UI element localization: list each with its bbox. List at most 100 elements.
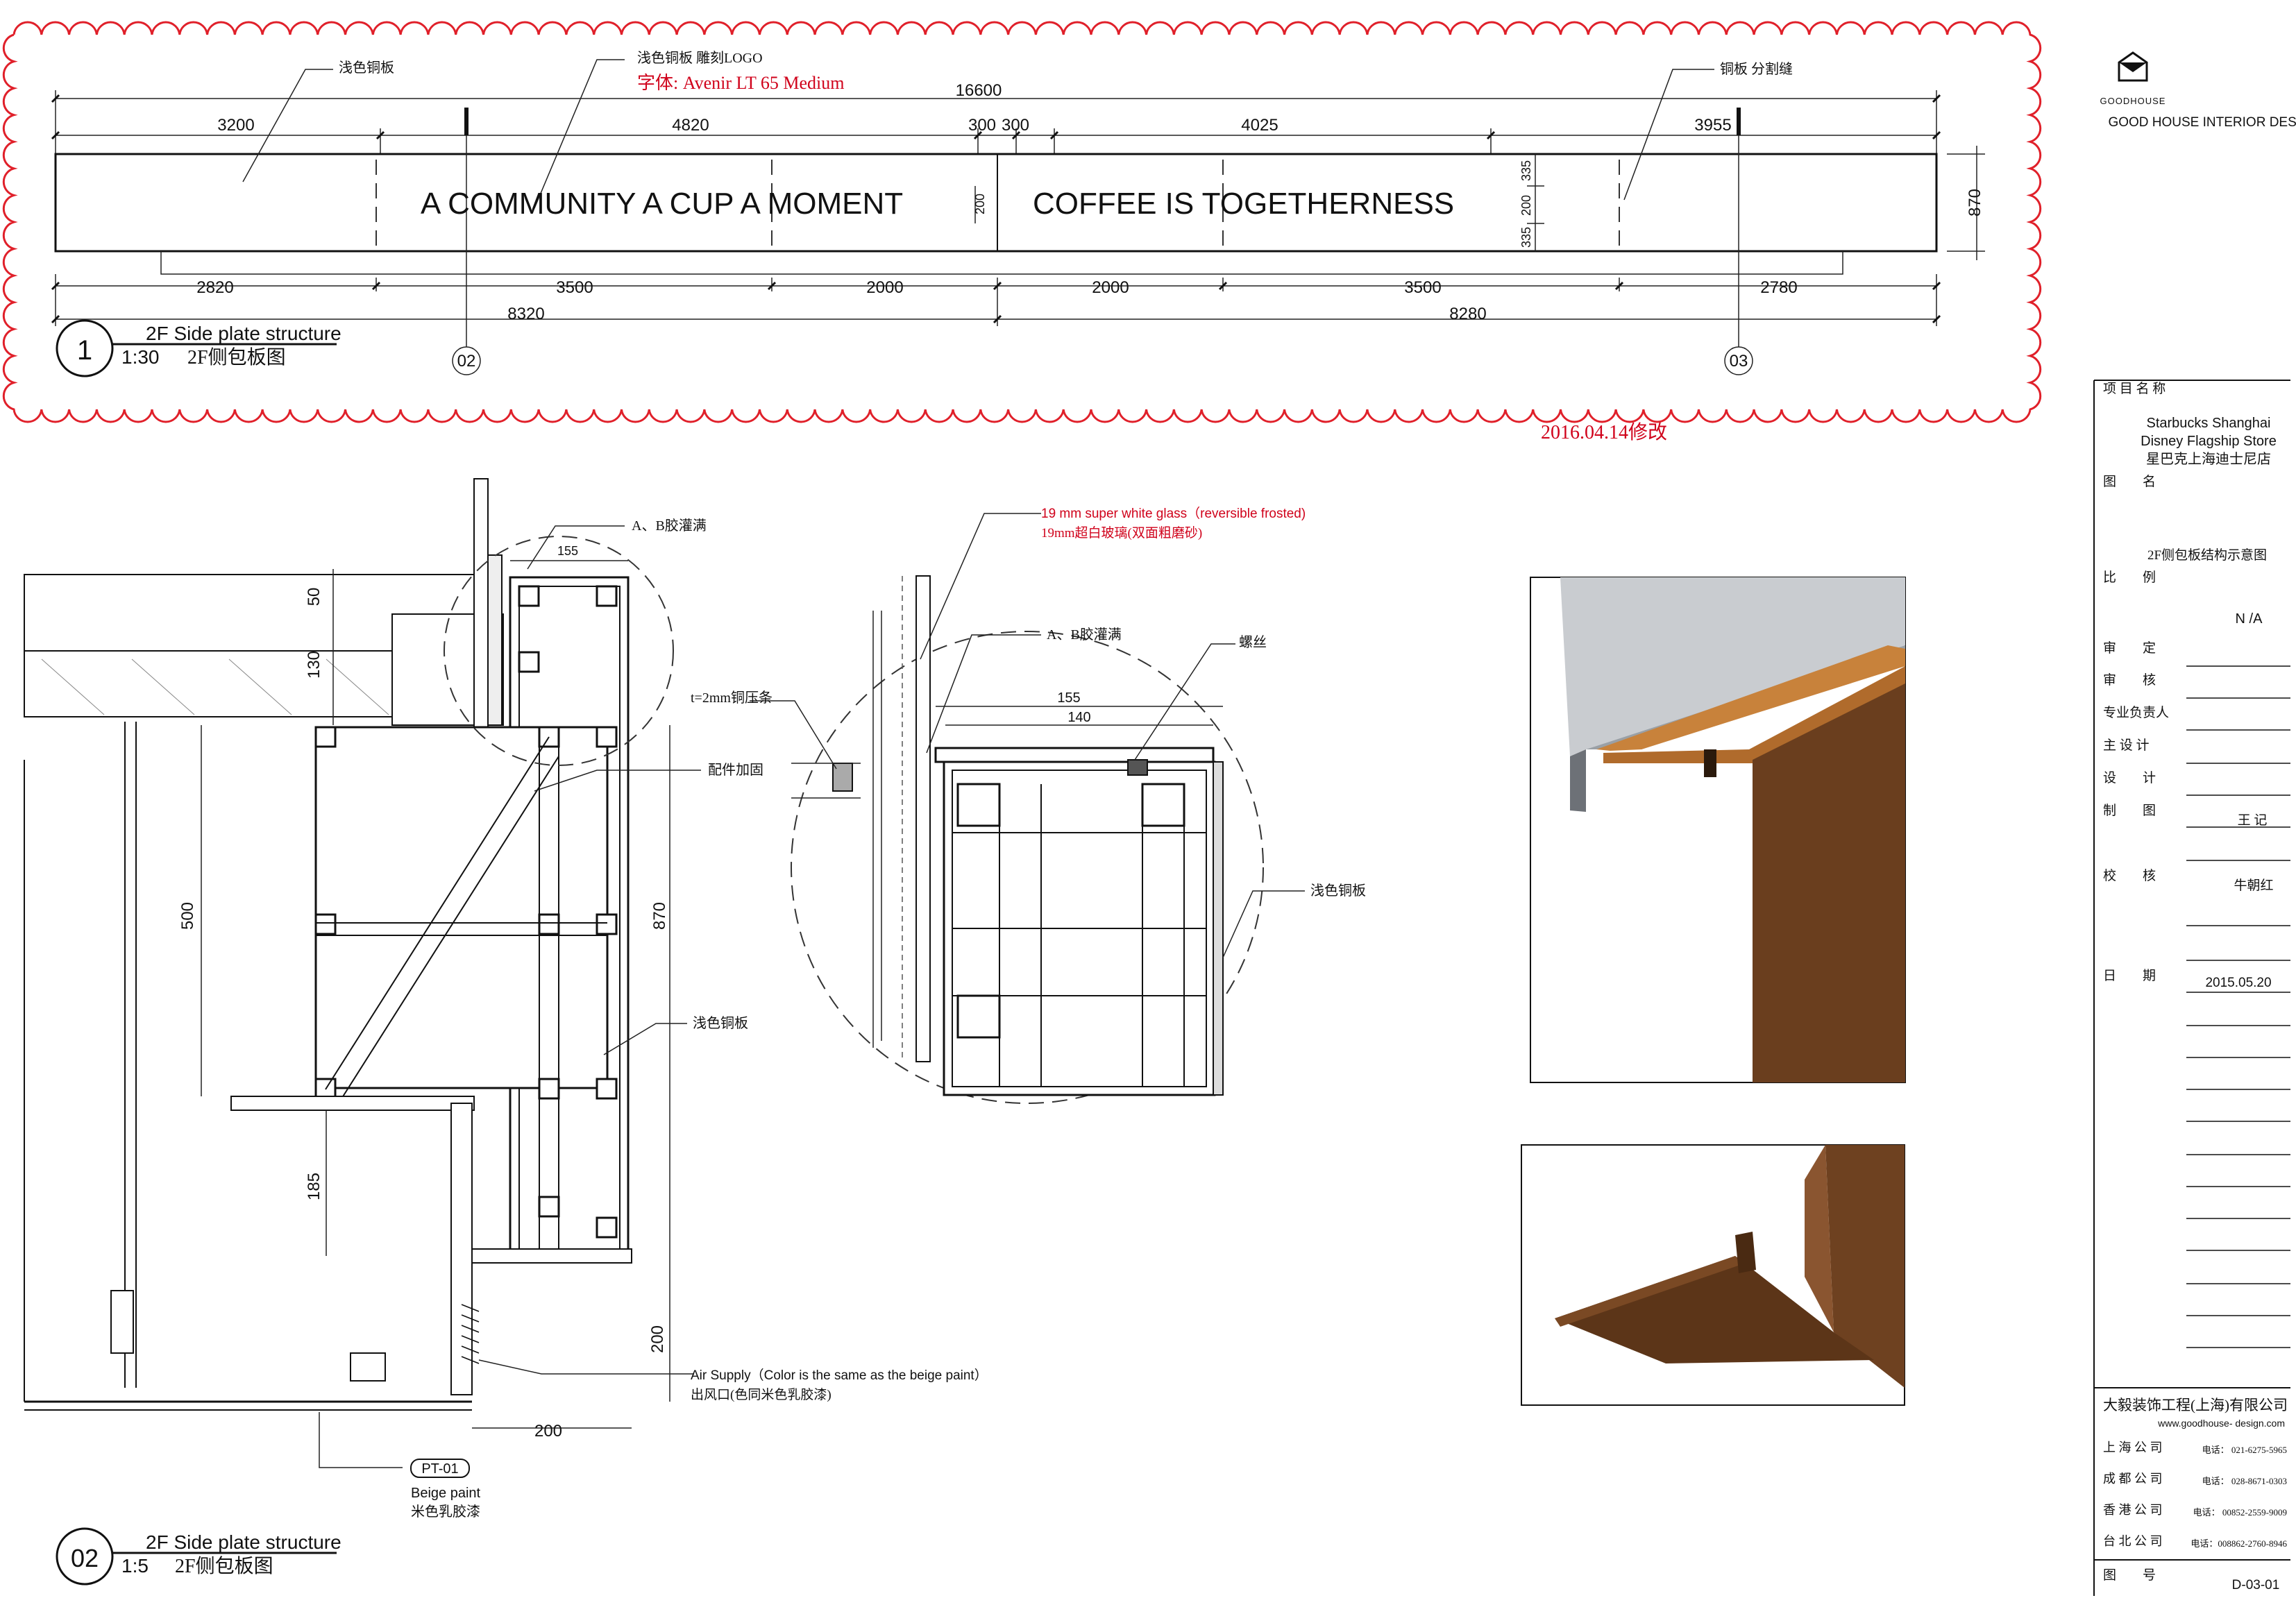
- dim-bottom-5: 3500: [1404, 278, 1441, 297]
- detail-glass-en: 19 mm super white glass（reversible frost…: [1041, 506, 1306, 521]
- note-font: 字体: Avenir LT 65 Medium: [637, 73, 845, 93]
- section-note-glue: A、B胶灌满: [632, 518, 707, 534]
- section-dim-130: 130: [305, 651, 323, 679]
- tb-office-2-phone: 电话： 028-8671-0303: [2202, 1476, 2287, 1486]
- section-note-copper: 浅色铜板: [693, 1015, 748, 1031]
- detail-note-strip: t=2mm铜压条: [691, 690, 773, 706]
- paint-code: PT-01: [421, 1461, 458, 1477]
- elevation-title-cn: 2F侧包板图: [187, 346, 286, 368]
- detail-dim-155: 155: [1057, 690, 1080, 706]
- callout-02: 02: [457, 352, 476, 371]
- callout-03: 03: [1730, 352, 1748, 371]
- tb-review-label: 审 定: [2103, 640, 2156, 656]
- dim-top-2: 4820: [672, 116, 709, 135]
- dim-bottom-4: 2000: [1092, 278, 1129, 297]
- tb-project-cn: 星巴克上海迪士尼店: [2146, 451, 2271, 467]
- dim-top-1: 3200: [217, 116, 254, 135]
- tb-check-label: 审 核: [2103, 672, 2156, 688]
- dim-bottom-6: 2780: [1760, 278, 1797, 297]
- tb-chief-label: 主 设 计: [2103, 738, 2150, 753]
- tb-office-2-name: 成 都 公 司: [2103, 1472, 2163, 1486]
- logo-wordmark: GOODHOUSE: [2100, 96, 2166, 106]
- section-title-number: 02: [71, 1544, 99, 1572]
- dim-text-height-2: 335: [1519, 160, 1533, 181]
- detail-note-copper: 浅色铜板: [1310, 883, 1366, 899]
- section-dim-500: 500: [178, 902, 197, 930]
- slogan-left: A COMMUNITY A CUP A MOMENT: [421, 187, 903, 221]
- section-note-air-en: Air Supply（Color is the same as the beig…: [691, 1368, 988, 1383]
- company-name-en: GOOD HOUSE INTERIOR DESIGN: [2108, 115, 2296, 130]
- section-title-cn: 2F侧包板图: [175, 1555, 273, 1577]
- tb-office-3-phone: 电话： 00852-2559-9009: [2193, 1507, 2287, 1518]
- dim-top-4: 300: [1002, 116, 1029, 135]
- tb-office-1-name: 上 海 公 司: [2103, 1441, 2163, 1454]
- detail-dim-140: 140: [1067, 710, 1090, 725]
- note-engraved-logo: 浅色铜板 雕刻LOGO: [637, 50, 763, 66]
- dim-half-1: 8320: [507, 305, 544, 323]
- revision-note: 2016.04.14修改: [1541, 421, 1667, 443]
- tb-lead-label: 专业负责人: [2103, 705, 2169, 720]
- section-dim-870: 870: [650, 902, 669, 930]
- section-title-en: 2F Side plate structure: [146, 1531, 341, 1553]
- dim-top-6: 3955: [1694, 116, 1731, 135]
- note-light-copper-panel: 浅色铜板: [339, 60, 394, 76]
- section-dim-155: 155: [557, 544, 578, 558]
- tb-office-3-name: 香 港 公 司: [2103, 1503, 2163, 1517]
- dim-top-5: 4025: [1241, 116, 1278, 135]
- detail-note-screw: 螺丝: [1239, 634, 1267, 650]
- dim-text-height-3: 200: [1519, 195, 1533, 216]
- tb-proof-label: 校 核: [2103, 868, 2156, 883]
- tb-design-label: 设 计: [2103, 770, 2156, 785]
- tb-project-en-2: Disney Flagship Store: [2141, 434, 2277, 449]
- tb-office-4-name: 台 北 公 司: [2103, 1534, 2163, 1548]
- dim-bottom-2: 3500: [556, 278, 593, 297]
- tb-draw-label: 制 图: [2103, 803, 2156, 818]
- tb-date-label: 日 期: [2103, 968, 2156, 983]
- section-drawing: A、B胶灌满 配件加固 浅色铜板 Air Supply（Color is the…: [24, 478, 988, 1586]
- section-dim-185: 185: [305, 1173, 323, 1200]
- tb-office-1-phone: 电话： 021-6275-5965: [2202, 1445, 2287, 1455]
- dim-top-3: 300: [968, 116, 996, 135]
- tb-website: www.goodhouse- design.com: [2157, 1418, 2285, 1429]
- section-dim-200-v: 200: [648, 1325, 667, 1353]
- note-copper-seam: 铜板 分割缝: [1720, 61, 1793, 77]
- elevation-title-number: 1: [77, 335, 92, 366]
- title-block: 项 目 名 称 Starbucks Shanghai Disney Flagsh…: [2093, 380, 2290, 1596]
- tb-drawing-label: 图 名: [2103, 474, 2156, 489]
- tb-sheet-label: 图 号: [2103, 1568, 2156, 1583]
- section-note-reinforce: 配件加固: [708, 762, 763, 778]
- render-view-bottom: [1521, 1144, 1905, 1406]
- elevation-title-en: 2F Side plate structure: [146, 323, 341, 344]
- render-view-top: [1530, 577, 1906, 1083]
- tb-office-4-phone: 电话：008862-2760-8946: [2191, 1538, 2287, 1549]
- dim-bottom-3: 2000: [866, 278, 903, 297]
- dim-half-2: 8280: [1449, 305, 1486, 323]
- dim-height: 870: [1966, 189, 1984, 216]
- dim-text-height-4: 335: [1519, 227, 1533, 248]
- section-note-air-cn: 出风口(色同米色乳胶漆): [691, 1387, 832, 1402]
- section-dim-200-h: 200: [534, 1422, 562, 1441]
- dim-total: 16600: [956, 81, 1002, 100]
- tb-company-cn: 大毅装饰工程(上海)有限公司: [2103, 1397, 2288, 1413]
- tb-project-label: 项 目 名 称: [2103, 381, 2166, 396]
- tb-scale-value: N /A: [2236, 611, 2263, 627]
- drawing-sheet: A COMMUNITY A CUP A MOMENT COFFEE IS TOG…: [2, 21, 2296, 1596]
- paint-cn: 米色乳胶漆: [411, 1504, 480, 1520]
- enlarged-detail: 155 140 19 mm super white glass（reversib…: [691, 506, 1366, 1104]
- section-scale: 1:5: [121, 1555, 149, 1577]
- dim-text-height-1: 200: [973, 194, 987, 214]
- tb-draw-value: 王 记: [2238, 813, 2268, 828]
- company-logo: GOODHOUSE GOOD HOUSE INTERIOR DESIGN: [2100, 51, 2296, 130]
- tb-scale-label: 比 例: [2103, 570, 2156, 585]
- tb-sheet-value: D-03-01: [2232, 1578, 2280, 1592]
- elevation-scale: 1:30: [121, 346, 160, 368]
- tb-project-en-1: Starbucks Shanghai: [2146, 416, 2270, 431]
- paint-en: Beige paint: [411, 1486, 481, 1501]
- dim-bottom-1: 2820: [196, 278, 233, 297]
- slogan-right: COFFEE IS TOGETHERNESS: [1033, 187, 1454, 221]
- tb-proof-value: 牛朝红: [2234, 878, 2273, 893]
- tb-date-value: 2015.05.20: [2205, 976, 2271, 990]
- tb-drawing-name: 2F侧包板结构示意图: [2147, 547, 2267, 563]
- detail-note-glue: A、B胶灌满: [1047, 627, 1122, 643]
- detail-glass-cn: 19mm超白玻璃(双面粗磨砂): [1041, 525, 1202, 541]
